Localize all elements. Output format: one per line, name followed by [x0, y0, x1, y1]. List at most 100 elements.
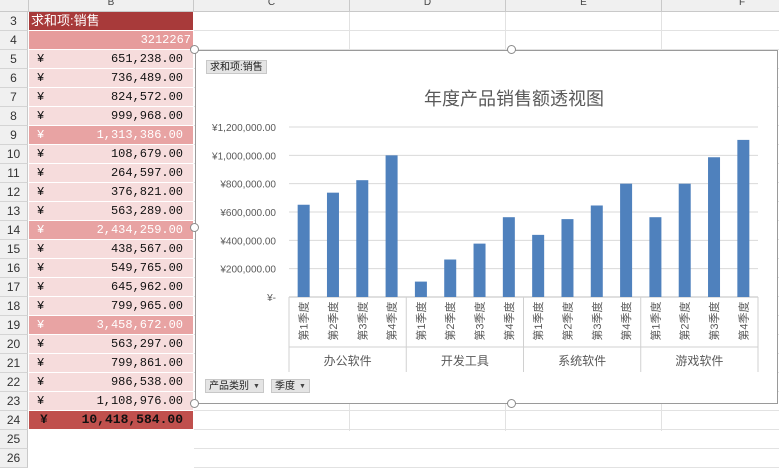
- x-tick-label: 第3季度: [473, 301, 487, 340]
- row-header[interactable]: 4: [0, 31, 28, 50]
- category-field-button[interactable]: 产品类别 ▼: [205, 379, 264, 393]
- row-header[interactable]: 5: [0, 50, 28, 69]
- row-header[interactable]: 11: [0, 164, 28, 183]
- y-tick-label: ¥1,000,000.00: [211, 151, 276, 162]
- row-header[interactable]: 25: [0, 430, 28, 449]
- pivot-item-cell[interactable]: ¥645,962.00: [29, 278, 193, 297]
- pivot-item-cell[interactable]: ¥563,297.00: [29, 335, 193, 354]
- row-header[interactable]: 15: [0, 240, 28, 259]
- pivot-item-cell[interactable]: ¥799,861.00: [29, 354, 193, 373]
- pivot-item-cell[interactable]: ¥376,821.00: [29, 183, 193, 202]
- pivot-item-cell[interactable]: ¥999,968.00: [29, 107, 193, 126]
- amount-value: 736,489.00: [110, 71, 183, 85]
- resize-handle-bottom-center[interactable]: [507, 399, 516, 408]
- row-header[interactable]: 22: [0, 373, 28, 392]
- column-header-c[interactable]: C: [194, 0, 349, 11]
- row-header[interactable]: 18: [0, 297, 28, 316]
- amount-value: 799,965.00: [110, 299, 183, 313]
- pivot-item-cell[interactable]: ¥264,597.00: [29, 164, 193, 183]
- column-header-b[interactable]: B: [29, 0, 193, 11]
- x-tick-label: 第2季度: [560, 301, 574, 340]
- pivot-item-cell[interactable]: ¥549,765.00: [29, 259, 193, 278]
- x-tick-label: 第2季度: [443, 301, 457, 340]
- triangle-down-icon: ▼: [253, 383, 260, 390]
- row-header[interactable]: 24: [0, 411, 28, 430]
- amount-value: 645,962.00: [110, 280, 183, 294]
- row-header[interactable]: 7: [0, 88, 28, 107]
- amount-value: 563,297.00: [110, 337, 183, 351]
- amount-value: 651,238.00: [110, 52, 183, 66]
- resize-handle-top-center[interactable]: [507, 45, 516, 54]
- row-header[interactable]: 19: [0, 316, 28, 335]
- pivot-value-header[interactable]: 求和项:销售: [29, 12, 193, 31]
- pivot-subtotal-cell[interactable]: ¥1,313,386.00: [29, 126, 193, 145]
- bar: [297, 204, 310, 297]
- row-header[interactable]: 6: [0, 69, 28, 88]
- row-header[interactable]: 26: [0, 449, 28, 468]
- pivot-subtotal-cell[interactable]: ¥2,434,259.00: [29, 221, 193, 240]
- amount-value: 2,434,259.00: [96, 223, 183, 237]
- pivot-item-cell[interactable]: ¥799,965.00: [29, 297, 193, 316]
- pivot-chart[interactable]: 求和项:销售 年度产品销售额透视图 ¥- ¥200,000.00 ¥400,000.…: [195, 50, 778, 404]
- row-header[interactable]: 16: [0, 259, 28, 278]
- resize-handle-middle-left[interactable]: [190, 223, 199, 232]
- series-field-label: 季度: [275, 381, 295, 392]
- row-header[interactable]: 23: [0, 392, 28, 411]
- pivot-grand-cell[interactable]: 3212267: [29, 31, 193, 50]
- pivot-value-header-text: 求和项:销售: [31, 13, 100, 28]
- resize-handle-top-left[interactable]: [190, 45, 199, 54]
- pivot-item-cell[interactable]: ¥108,679.00: [29, 145, 193, 164]
- row-header[interactable]: 21: [0, 354, 28, 373]
- x-tick-label: 第1季度: [414, 301, 428, 340]
- pivot-item-cell[interactable]: ¥1,108,976.00: [29, 392, 193, 411]
- group-label: 系统软件: [558, 354, 606, 368]
- row-header[interactable]: 12: [0, 183, 28, 202]
- row-header[interactable]: 17: [0, 278, 28, 297]
- currency-symbol: ¥: [40, 412, 48, 427]
- pivot-item-cell[interactable]: ¥438,567.00: [29, 240, 193, 259]
- currency-symbol: ¥: [37, 223, 45, 237]
- triangle-down-icon: ▼: [299, 383, 306, 390]
- currency-symbol: ¥: [37, 280, 45, 294]
- bar: [678, 183, 691, 297]
- row-header[interactable]: 3: [0, 12, 28, 31]
- currency-symbol: ¥: [37, 394, 45, 408]
- amount-value: 1,108,976.00: [96, 394, 183, 408]
- y-tick-label: ¥1,200,000.00: [211, 123, 276, 134]
- resize-handle-bottom-left[interactable]: [190, 399, 199, 408]
- bar: [414, 281, 427, 297]
- pivot-item-cell[interactable]: ¥736,489.00: [29, 69, 193, 88]
- column-header-f[interactable]: F: [662, 0, 779, 11]
- currency-symbol: ¥: [37, 356, 45, 370]
- row-header[interactable]: 14: [0, 221, 28, 240]
- currency-symbol: ¥: [37, 52, 45, 66]
- amount-value: 999,968.00: [110, 109, 183, 123]
- amount-value: 264,597.00: [110, 166, 183, 180]
- bar: [532, 234, 545, 297]
- row-header[interactable]: 9: [0, 126, 28, 145]
- bar: [502, 217, 515, 297]
- row-header[interactable]: 20: [0, 335, 28, 354]
- column-header-e[interactable]: E: [506, 0, 661, 11]
- currency-symbol: ¥: [37, 166, 45, 180]
- currency-symbol: ¥: [37, 242, 45, 256]
- column-header-d[interactable]: D: [350, 0, 505, 11]
- amount-value: 1,313,386.00: [96, 128, 183, 142]
- pivot-total-cell[interactable]: ¥10,418,584.00: [29, 411, 193, 430]
- row-header[interactable]: 13: [0, 202, 28, 221]
- currency-symbol: ¥: [37, 147, 45, 161]
- bar: [737, 139, 750, 297]
- row-header[interactable]: 10: [0, 145, 28, 164]
- currency-symbol: ¥: [37, 128, 45, 142]
- pivot-subtotal-cell[interactable]: ¥3,458,672.00: [29, 316, 193, 335]
- y-tick-label: ¥400,000.00: [219, 236, 276, 247]
- currency-symbol: ¥: [37, 337, 45, 351]
- pivot-item-cell[interactable]: ¥563,289.00: [29, 202, 193, 221]
- pivot-item-cell[interactable]: ¥651,238.00: [29, 50, 193, 69]
- pivot-item-cell[interactable]: ¥986,538.00: [29, 373, 193, 392]
- row-header[interactable]: 8: [0, 107, 28, 126]
- x-tick-label: 第1季度: [648, 301, 662, 340]
- amount-value: 438,567.00: [110, 242, 183, 256]
- series-field-button[interactable]: 季度 ▼: [271, 379, 310, 393]
- pivot-item-cell[interactable]: ¥824,572.00: [29, 88, 193, 107]
